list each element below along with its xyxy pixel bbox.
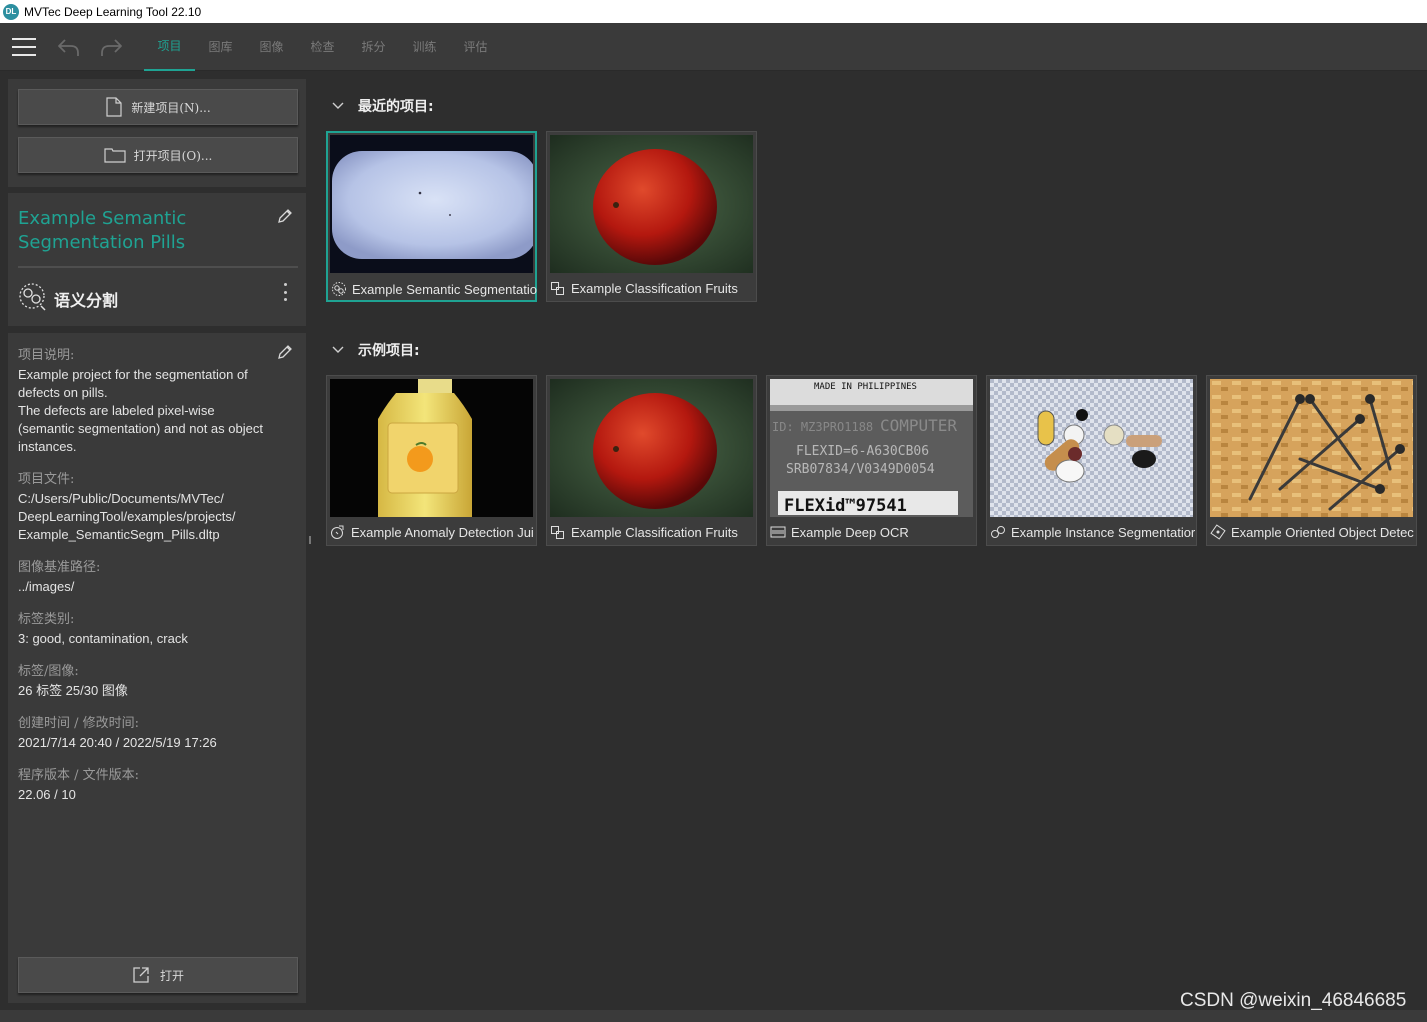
card-label: Example Classification Fruits <box>571 524 738 540</box>
labels-images-value: 26 标签 25/30 图像 <box>18 683 128 698</box>
undo-icon[interactable] <box>56 34 82 60</box>
new-file-icon <box>106 97 122 117</box>
tab-train[interactable]: 训练 <box>399 23 450 71</box>
chevron-down-icon <box>332 102 344 109</box>
open-label: 打开 <box>159 968 184 983</box>
card-label: Example Semantic Segmentatio <box>352 281 537 297</box>
toolbar: 项目 图库 图像 检查 拆分 训练 评估 <box>0 23 1427 71</box>
description-label: 项目说明: <box>18 348 75 363</box>
project-info-panel: 项目说明: Example project for the segmentati… <box>8 333 306 1003</box>
card-caption: Example Deep OCR <box>770 521 977 543</box>
pills-grid-thumbnail <box>990 379 1193 517</box>
timestamps-value: 2021/7/14 20:40 / 2022/5/19 17:26 <box>18 735 217 750</box>
classification-icon <box>551 282 564 295</box>
project-title-panel: Example Semantic Segmentation Pills 语义分割 <box>8 193 306 326</box>
example-card-instance-segmentation[interactable]: Example Instance Segmentatior <box>986 375 1197 546</box>
project-type-label: 语义分割 <box>54 291 119 310</box>
recent-project-card-pills[interactable]: Example Semantic Segmentatio <box>326 131 537 302</box>
example-card-deep-ocr[interactable]: MADE IN PHILIPPINES ID: MZ3PRO1188 COMPU… <box>766 375 977 546</box>
version-label: 程序版本 / 文件版本: <box>18 768 140 783</box>
chevron-down-icon <box>332 346 344 353</box>
example-card-oriented-detection[interactable]: Example Oriented Object Detec <box>1206 375 1417 546</box>
ocr-text-flexid-barcode: FLEXid™97541 <box>784 496 907 516</box>
watermark: CSDN @weixin_46846685 <box>1180 990 1407 1011</box>
card-label: Example Deep OCR <box>791 524 909 540</box>
card-caption: Example Anomaly Detection Jui <box>330 521 537 543</box>
apple-thumbnail <box>550 135 753 273</box>
example-card-classification-fruits[interactable]: Example Classification Fruits <box>546 375 757 546</box>
redo-icon[interactable] <box>98 34 124 60</box>
status-bar <box>0 1010 1427 1022</box>
card-caption: Example Semantic Segmentatio <box>331 278 538 300</box>
example-card-anomaly-juice[interactable]: Example Anomaly Detection Jui <box>326 375 537 546</box>
segmentation-icon <box>332 282 346 296</box>
description-value: Example project for the segmentation of … <box>18 367 263 454</box>
card-label: Example Instance Segmentatior <box>1011 524 1196 540</box>
edit-title-pencil-icon[interactable] <box>276 207 294 225</box>
open-project-label: 打开项目(O)... <box>133 148 213 163</box>
ocr-text-flexid: FLEXID=6-A630CB06 <box>796 444 929 459</box>
project-title: Example Semantic Segmentation Pills <box>18 208 187 253</box>
open-project-button[interactable]: 打开项目(O)... <box>18 137 298 173</box>
tab-project[interactable]: 项目 <box>144 23 195 71</box>
apple-thumbnail <box>550 379 753 517</box>
tab-bar: 项目 图库 图像 检查 拆分 训练 评估 <box>144 23 501 71</box>
edit-description-pencil-icon[interactable] <box>276 343 294 361</box>
window-title: MVTec Deep Learning Tool 22.10 <box>24 4 202 19</box>
labels-images-label: 标签/图像: <box>18 664 79 679</box>
screws-on-wood-thumbnail <box>1210 379 1413 517</box>
example-projects-header[interactable]: 示例项目: <box>332 340 420 360</box>
ocr-text-made-in: MADE IN PHILIPPINES <box>814 382 917 392</box>
juice-bottle-thumbnail <box>330 379 533 517</box>
app-logo-icon: DL <box>3 3 19 20</box>
tab-evaluate[interactable]: 评估 <box>450 23 501 71</box>
ocr-text-computer: COMPUTER <box>880 416 957 435</box>
instance-segmentation-icon <box>991 526 1005 538</box>
tab-split[interactable]: 拆分 <box>348 23 399 71</box>
ocr-icon <box>770 526 786 538</box>
recent-projects-header[interactable]: 最近的项目: <box>332 96 434 116</box>
example-projects-heading: 示例项目: <box>358 343 420 359</box>
tab-gallery[interactable]: 图库 <box>195 23 246 71</box>
panel-splitter[interactable] <box>309 536 311 544</box>
open-button[interactable]: 打开 <box>18 957 298 993</box>
recent-project-card-fruits[interactable]: Example Classification Fruits <box>546 131 757 302</box>
new-project-label: 新建项目(N)... <box>131 100 211 115</box>
card-caption: Example Classification Fruits <box>550 521 757 543</box>
label-classes-label: 标签类别: <box>18 612 75 627</box>
more-options-icon[interactable] <box>284 283 288 301</box>
tab-inspect[interactable]: 检查 <box>297 23 348 71</box>
new-project-button[interactable]: 新建项目(N)... <box>18 89 298 125</box>
recent-projects-heading: 最近的项目: <box>358 99 434 115</box>
divider <box>18 266 298 268</box>
image-base-path-value: ../images/ <box>18 579 75 594</box>
ocr-text-id: ID: MZ3PRO1188 <box>772 420 873 434</box>
card-label: Example Classification Fruits <box>571 280 738 296</box>
card-caption: Example Classification Fruits <box>550 277 757 299</box>
pill-thumbnail <box>330 135 533 273</box>
card-caption: Example Oriented Object Detec <box>1210 521 1417 543</box>
tab-images[interactable]: 图像 <box>246 23 297 71</box>
image-base-path-label: 图像基准路径: <box>18 560 101 575</box>
label-classes-value: 3: good, contamination, crack <box>18 631 188 646</box>
open-external-icon <box>133 967 149 983</box>
card-caption: Example Instance Segmentatior <box>990 521 1197 543</box>
project-file-value: C:/Users/Public/Documents/MVTec/ DeepLea… <box>18 491 236 542</box>
project-file-label: 项目文件: <box>18 472 75 487</box>
timestamps-label: 创建时间 / 修改时间: <box>18 716 140 731</box>
anomaly-icon <box>331 525 344 539</box>
title-bar: DL MVTec Deep Learning Tool 22.10 <box>0 0 1427 23</box>
classification-icon <box>551 526 564 539</box>
semantic-segmentation-icon <box>19 283 46 311</box>
oriented-detection-icon <box>1210 524 1226 540</box>
ocr-label-thumbnail: MADE IN PHILIPPINES ID: MZ3PRO1188 COMPU… <box>770 379 973 517</box>
ocr-text-serial: SRB07834/V0349D0054 <box>786 462 935 477</box>
menu-icon[interactable] <box>12 37 36 56</box>
card-label: Example Anomaly Detection Jui <box>351 524 534 540</box>
version-value: 22.06 / 10 <box>18 787 76 802</box>
card-label: Example Oriented Object Detec <box>1231 524 1414 540</box>
folder-icon <box>104 148 126 163</box>
project-actions-panel: 新建项目(N)... 打开项目(O)... <box>8 79 306 187</box>
